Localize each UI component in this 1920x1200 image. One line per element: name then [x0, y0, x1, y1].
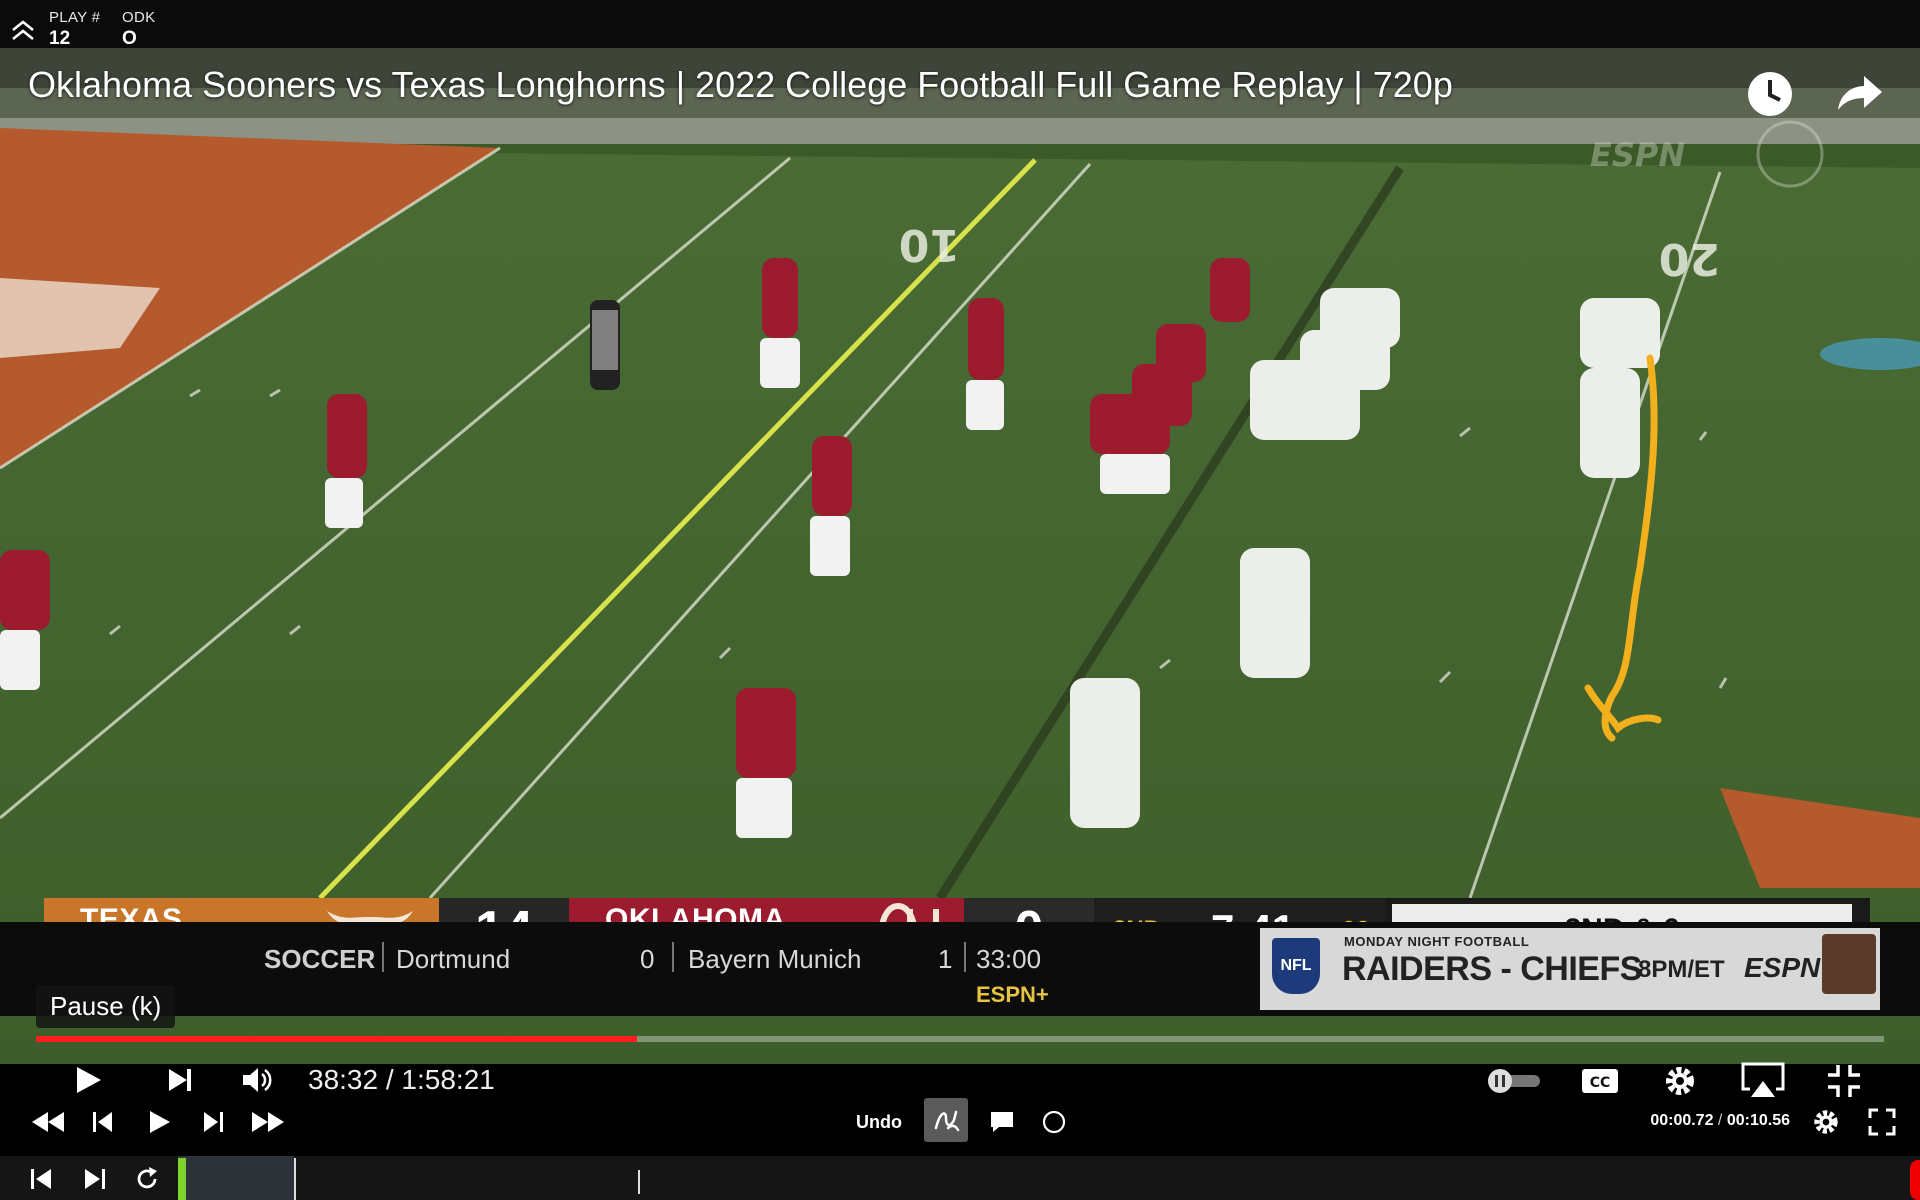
clip-total-time: 00:10.56	[1726, 1112, 1790, 1129]
undo-button[interactable]: Undo	[856, 1112, 902, 1133]
step-forward-icon	[204, 1112, 223, 1132]
fast-forward-button[interactable]	[248, 1106, 288, 1138]
odk-value: O	[122, 28, 137, 49]
skip-end-icon	[85, 1169, 105, 1189]
skip-start-icon	[31, 1169, 51, 1189]
bottom-ticker: SOCCER Dortmund 0 Bayern Munich 1 33:00 …	[0, 922, 1920, 1016]
step-back-icon	[93, 1112, 112, 1132]
loop-icon	[137, 1167, 157, 1189]
play-icon	[150, 1111, 170, 1133]
clip-time-separator: /	[1713, 1112, 1727, 1129]
pause-tooltip: Pause (k)	[36, 985, 176, 1028]
clip-settings-button[interactable]	[1808, 1104, 1844, 1140]
volume-button[interactable]	[238, 1062, 278, 1098]
clip-fullscreen-button[interactable]	[1864, 1104, 1900, 1140]
playhead-marker[interactable]	[638, 1170, 640, 1194]
play-number-value: 12	[49, 28, 71, 49]
seek-bar[interactable]	[36, 1036, 1884, 1042]
clip-play-button[interactable]	[142, 1106, 176, 1138]
ticker-ad: NFL MONDAY NIGHT FOOTBALL RAIDERS - CHIE…	[1260, 928, 1880, 1010]
clip-start-marker[interactable]	[178, 1158, 186, 1200]
odk: ODK O	[122, 10, 155, 48]
video-frame[interactable]: 10 20 ESPN Oklahoma Sooners vs Texas Lon…	[0, 48, 1920, 1064]
airplay-button[interactable]	[1738, 1060, 1788, 1100]
ticker-time: 33:00	[976, 944, 1042, 974]
captions-button[interactable]: CC	[1578, 1064, 1622, 1098]
rewind-button[interactable]	[28, 1106, 68, 1138]
ticker-separator	[672, 942, 674, 972]
clip-time-readout: 00:00.72 / 00:10.56	[1650, 1112, 1790, 1130]
airplay-icon	[1741, 1062, 1785, 1097]
play-number-label: PLAY #	[49, 9, 101, 26]
play-pause-button[interactable]	[68, 1062, 108, 1098]
ad-network: ESPN	[1744, 952, 1821, 983]
exit-fullscreen-icon	[1828, 1065, 1860, 1097]
nfl-shield-icon: NFL	[1272, 938, 1320, 994]
skip-end-button[interactable]	[78, 1164, 112, 1194]
volume-icon	[243, 1068, 272, 1092]
time-readout: 38:32 / 1:58:21	[308, 1064, 495, 1096]
ticker-score2: 1	[938, 944, 953, 974]
video-title: Oklahoma Sooners vs Texas Longhorns | 20…	[28, 64, 1453, 105]
seek-bar-played	[36, 1036, 638, 1042]
ticker-separator	[382, 942, 384, 972]
circle-tool-icon	[1042, 1110, 1066, 1134]
clip-end-marker[interactable]	[1910, 1160, 1920, 1200]
settings-icon	[1666, 1067, 1694, 1095]
step-forward-button[interactable]	[196, 1106, 230, 1138]
clip-current-time: 00:00.72	[1650, 1112, 1714, 1129]
fast-forward-icon	[252, 1112, 284, 1132]
fullscreen-icon	[1868, 1108, 1896, 1136]
captions-icon: CC	[1582, 1069, 1618, 1093]
ticker-separator	[964, 942, 966, 972]
watch-later-clock-icon[interactable]	[1742, 66, 1798, 122]
ticker-score1: 0	[640, 944, 655, 974]
ad-time: 8PM/ET	[1638, 956, 1725, 983]
ad-header: MONDAY NIGHT FOOTBALL	[1344, 934, 1530, 949]
rewind-icon	[32, 1112, 64, 1132]
clip-segment[interactable]	[178, 1156, 294, 1200]
freehand-draw-button[interactable]	[924, 1098, 968, 1142]
comment-button[interactable]	[986, 1106, 1018, 1138]
top-bar: PLAY # 12 ODK O	[0, 0, 1920, 48]
ticker-team2: Bayern Munich	[688, 944, 862, 974]
settings-icon	[1814, 1110, 1838, 1134]
freehand-draw-icon	[934, 1110, 960, 1132]
time-separator: /	[378, 1064, 402, 1095]
ticker-network: ESPN+	[976, 982, 1049, 1007]
circle-tool-button[interactable]	[1038, 1106, 1070, 1138]
yard-number-20: 20	[1659, 233, 1720, 284]
settings-button[interactable]	[1660, 1062, 1700, 1100]
current-time: 38:32	[308, 1064, 379, 1095]
collapse-chevron-icon[interactable]	[10, 18, 36, 44]
next-icon	[169, 1069, 191, 1091]
play-pause-icon	[77, 1067, 101, 1093]
ad-matchup: RAIDERS - CHIEFS	[1342, 950, 1642, 988]
exit-fullscreen-button[interactable]	[1824, 1062, 1864, 1100]
next-button[interactable]	[160, 1062, 200, 1098]
ticker-team1: Dortmund	[396, 944, 511, 974]
comment-icon	[991, 1112, 1013, 1132]
autoplay-toggle[interactable]	[1484, 1066, 1544, 1096]
step-back-button[interactable]	[86, 1106, 120, 1138]
share-arrow-icon[interactable]	[1830, 66, 1886, 122]
yard-number-10: 10	[899, 219, 960, 270]
play-number: PLAY # 12	[49, 10, 100, 48]
svg-text:CC: CC	[1590, 1075, 1611, 1091]
ticker-sport: SOCCER	[264, 944, 376, 974]
autoplay-toggle-icon	[1488, 1069, 1540, 1093]
loop-button[interactable]	[130, 1164, 164, 1194]
ad-person-image	[1822, 934, 1876, 994]
odk-label: ODK	[122, 9, 156, 26]
skip-start-button[interactable]	[24, 1164, 58, 1194]
svg-text:ESPN: ESPN	[1590, 136, 1685, 174]
clip-boundary	[294, 1158, 296, 1200]
duration: 1:58:21	[401, 1064, 495, 1095]
